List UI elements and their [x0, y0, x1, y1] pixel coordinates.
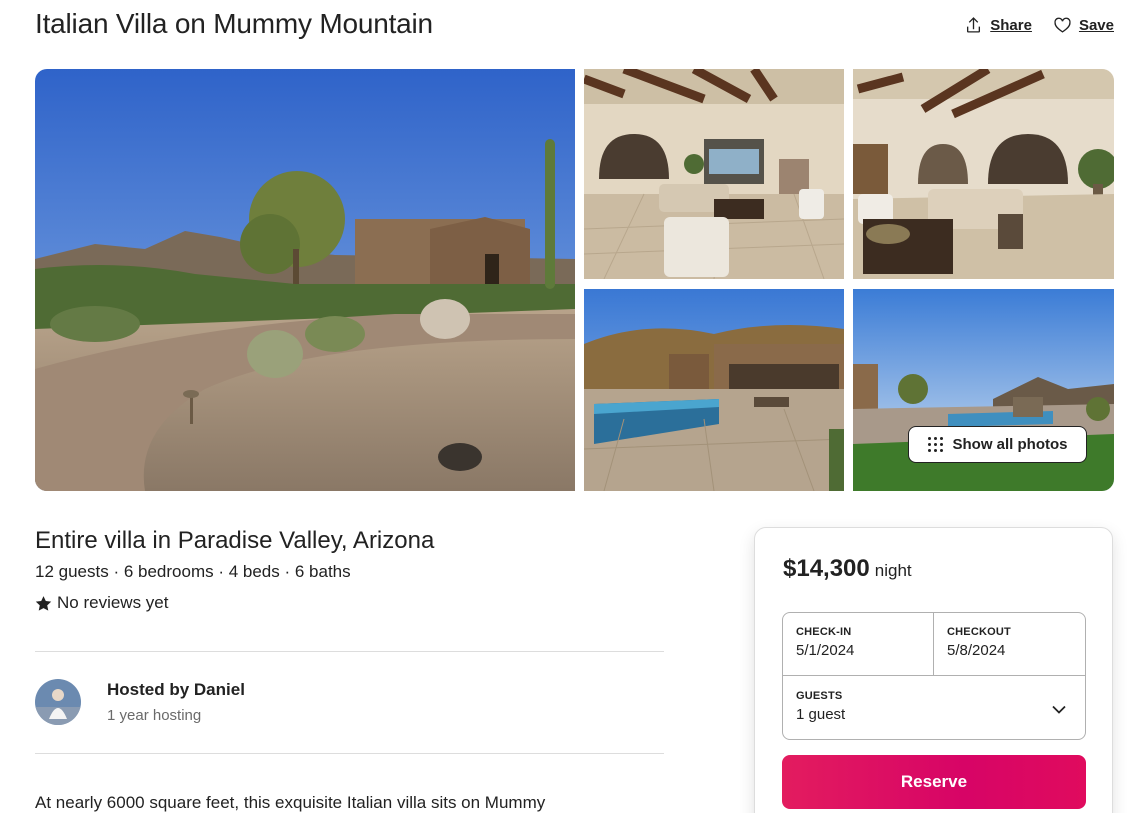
reviews-label: No reviews yet [57, 593, 169, 612]
booking-card: $14,300 night CHECK-IN 5/1/2024 CHECKOUT… [754, 527, 1113, 813]
show-all-photos-button[interactable]: Show all photos [908, 426, 1087, 463]
reserve-button[interactable]: Reserve [782, 755, 1086, 809]
price-unit: night [874, 561, 912, 580]
photo-exterior-driveway[interactable] [35, 69, 575, 491]
divider [35, 651, 664, 652]
listing-details: 12 guests · 6 bedrooms · 4 beds · 6 bath… [35, 562, 351, 581]
share-icon [967, 17, 981, 33]
host-years: 1 year hosting [107, 707, 202, 724]
save-label: Save [1078, 17, 1114, 34]
checkin-label: CHECK-IN [796, 626, 852, 638]
share-label: Share [990, 17, 1032, 34]
checkout-field[interactable]: CHECKOUT 5/8/2024 [934, 613, 1085, 676]
save-button[interactable]: Save [1054, 17, 1114, 34]
host-name: Hosted by Daniel [107, 680, 245, 699]
guests-label: GUESTS [796, 690, 843, 702]
checkin-value: 5/1/2024 [796, 642, 855, 659]
guests-field[interactable]: GUESTS 1 guest [783, 677, 1085, 740]
checkout-value: 5/8/2024 [947, 642, 1006, 659]
share-button[interactable]: Share [965, 17, 1032, 34]
checkin-field[interactable]: CHECK-IN 5/1/2024 [783, 613, 934, 676]
date-guest-picker: CHECK-IN 5/1/2024 CHECKOUT 5/8/2024 GUES… [782, 612, 1086, 740]
listing-description: At nearly 6000 square feet, this exquisi… [35, 793, 546, 812]
price-value: $14,300 [783, 555, 870, 582]
guests-value: 1 guest [796, 706, 846, 723]
listing-subtitle: Entire villa in Paradise Valley, Arizona [35, 527, 435, 554]
star-icon [35, 595, 52, 611]
price: $14,300 night [783, 555, 912, 583]
date-row: CHECK-IN 5/1/2024 CHECKOUT 5/8/2024 [783, 613, 1085, 676]
photo-living-room[interactable] [584, 69, 844, 279]
chevron-down-icon [1052, 705, 1066, 714]
reviews-summary: No reviews yet [35, 593, 168, 613]
divider [35, 753, 664, 754]
photo-living-room-2[interactable] [853, 69, 1114, 279]
listing-title: Italian Villa on Mummy Mountain [35, 8, 433, 39]
heart-icon [1054, 17, 1071, 33]
grid-icon [927, 437, 943, 452]
checkout-label: CHECKOUT [947, 626, 1011, 638]
show-all-photos-label: Show all photos [952, 436, 1068, 453]
header-actions: Share Save [965, 17, 1114, 34]
photo-pool-patio[interactable] [584, 289, 844, 491]
host-avatar[interactable] [35, 679, 81, 725]
